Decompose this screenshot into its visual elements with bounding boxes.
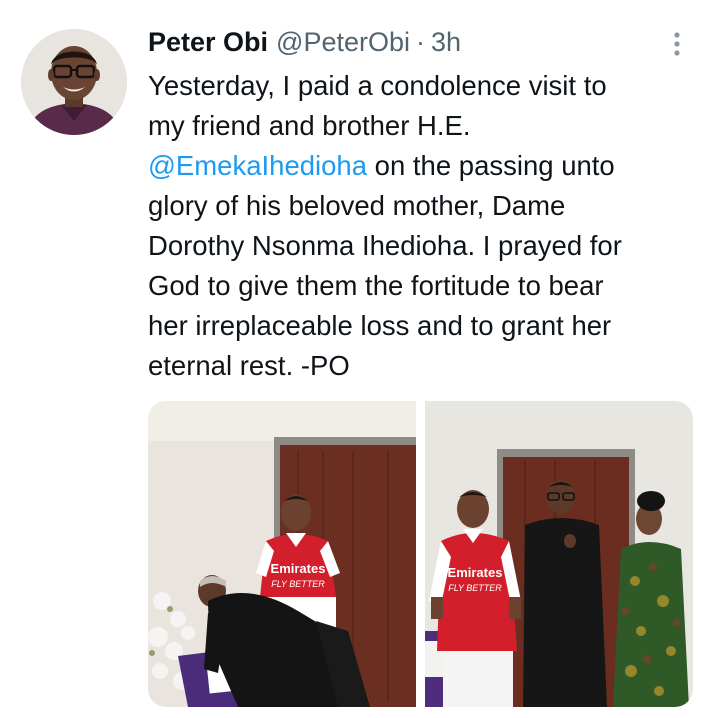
author-name[interactable]: Peter Obi xyxy=(148,27,268,58)
tweet-text-line: @EmekaIhedioha on the passing unto xyxy=(148,146,693,186)
tweet-text-line: her irreplaceable loss and to grant her xyxy=(148,306,693,346)
timestamp[interactable]: 3h xyxy=(431,27,461,58)
tweet-text-segment: my friend and brother H.E. xyxy=(148,110,471,141)
tweet-text-line: my friend and brother H.E. xyxy=(148,106,693,146)
tweet-text-line: Yesterday, I paid a condolence visit to xyxy=(148,66,693,106)
tweet-text-line: God to give them the fortitude to bear xyxy=(148,266,693,306)
more-vertical-icon[interactable] xyxy=(665,30,689,58)
tweet-text-segment: Yesterday, I paid a condolence visit to xyxy=(148,70,607,101)
tweet-text: Yesterday, I paid a condolence visit to m… xyxy=(148,66,693,386)
tweet-text-segment: eternal rest. -PO xyxy=(148,350,350,381)
author-handle[interactable]: @PeterObi xyxy=(276,27,410,58)
media-grid: Emirates FLY BETTER Emirates FLY BETTER xyxy=(148,401,693,707)
jersey-subtext-2: FLY BETTER xyxy=(448,583,502,593)
tweet[interactable]: Peter Obi @PeterObi · 3h Yesterday, I pa… xyxy=(0,0,715,718)
tweet-text-line: Dorothy Nsonma Ihedioha. I prayed for xyxy=(148,226,693,266)
tweet-text-line: eternal rest. -PO xyxy=(148,346,693,386)
jersey-text-2: Emirates xyxy=(448,565,503,580)
tweet-text-segment: on the passing unto xyxy=(367,150,615,181)
tweet-text-segment: glory of his beloved mother, Dame xyxy=(148,190,566,221)
tweet-header: Peter Obi @PeterObi · 3h xyxy=(148,25,461,59)
avatar[interactable] xyxy=(21,29,127,135)
tweet-text-line: glory of his beloved mother, Dame xyxy=(148,186,693,226)
jersey-text-1: Emirates xyxy=(271,561,326,576)
mention-link[interactable]: @EmekaIhedioha xyxy=(148,150,367,181)
tweet-text-segment: Dorothy Nsonma Ihedioha. I prayed for xyxy=(148,230,622,261)
photo-2[interactable]: Emirates FLY BETTER xyxy=(425,401,693,707)
separator-dot: · xyxy=(416,26,426,57)
tweet-text-segment: her irreplaceable loss and to grant her xyxy=(148,310,612,341)
jersey-subtext-1: FLY BETTER xyxy=(271,579,325,589)
tweet-text-segment: God to give them the fortitude to bear xyxy=(148,270,604,301)
photo-1[interactable]: Emirates FLY BETTER xyxy=(148,401,416,707)
